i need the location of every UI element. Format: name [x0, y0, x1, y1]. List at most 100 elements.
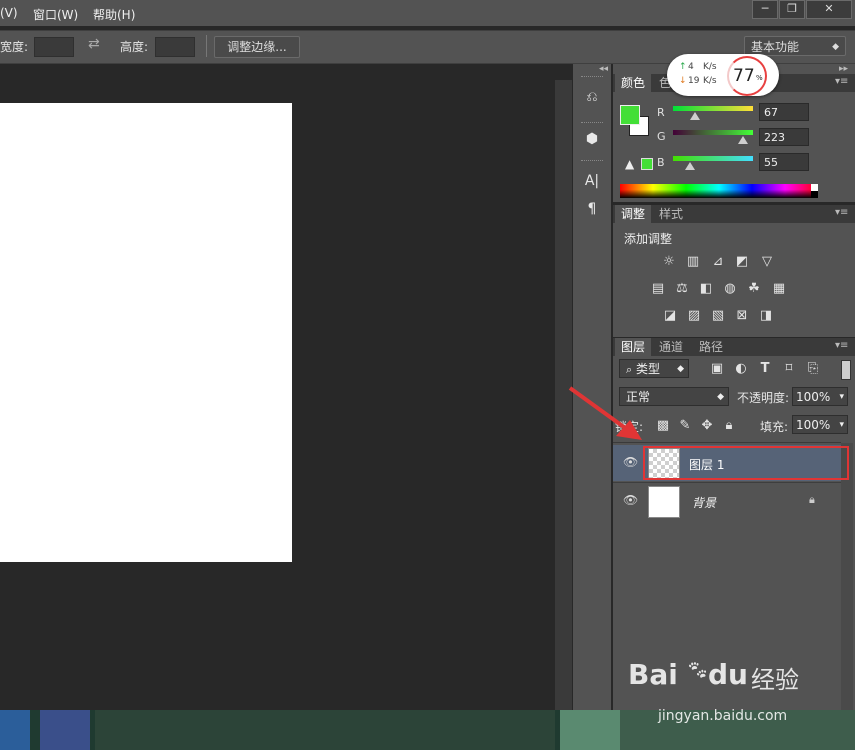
opacity-input[interactable]: 100% ▾ [792, 387, 848, 406]
upload-speed: 4 [688, 62, 694, 72]
height-input[interactable] [155, 37, 195, 57]
watermark-suffix: 经验 [751, 666, 799, 694]
blue-label: B [657, 156, 665, 169]
gamut-warning-icon[interactable]: ▲ [625, 157, 634, 171]
gradient-map-icon[interactable]: ⊠ [734, 308, 750, 324]
grip-handle[interactable] [581, 76, 603, 80]
menu-window[interactable]: 窗口(W) [33, 6, 78, 23]
dropdown-arrow-icon: ▾ [839, 420, 844, 430]
panel-menu-icon[interactable]: ▾≡ [835, 207, 848, 218]
menu-help[interactable]: 帮助(H) [93, 6, 135, 23]
red-thumb[interactable] [690, 112, 700, 120]
black-white-icon[interactable]: ◧ [698, 281, 714, 297]
green-slider[interactable] [673, 130, 753, 135]
paw-icon: 🐾︎ [686, 660, 709, 681]
layer-lock-icon: 🔒︎ [809, 493, 815, 506]
brightness-icon[interactable]: ☼ [661, 254, 677, 270]
color-lookup-icon[interactable]: ▦ [771, 281, 787, 297]
tab-styles[interactable]: 样式 [653, 205, 689, 223]
shape-filter-icon[interactable]: ⌑ [781, 361, 797, 377]
minimize-button[interactable]: ─ [752, 0, 778, 19]
green-thumb[interactable] [738, 136, 748, 144]
collapse-arrows-icon[interactable]: ◂◂ [599, 64, 608, 74]
layer-name[interactable]: 背景 [692, 494, 716, 511]
download-speed: 19 [688, 76, 700, 86]
tab-channels[interactable]: 通道 [653, 338, 689, 356]
opacity-value: 100% [796, 390, 831, 404]
close-button[interactable]: ✕ [806, 0, 852, 19]
lock-image-icon[interactable]: ✎ [677, 418, 693, 434]
spectrum-white-swatch[interactable] [811, 184, 818, 191]
tab-adjustments[interactable]: 调整 [615, 205, 652, 223]
lock-position-icon[interactable]: ✥ [699, 418, 715, 434]
usage-ring[interactable]: 77 % [727, 56, 767, 96]
tab-color[interactable]: 颜色 [615, 74, 652, 92]
paragraph-icon[interactable]: ¶ [579, 198, 605, 220]
curves-icon[interactable]: ⊿ [710, 254, 726, 270]
panel-menu-icon[interactable]: ▾≡ [835, 76, 848, 87]
smart-object-filter-icon[interactable]: ⎘ [805, 361, 821, 377]
layer-row-background[interactable]: 👁︎ 背景 🔒︎ [613, 482, 841, 519]
panel-menu-icon[interactable]: ▾≡ [835, 340, 848, 351]
baidu-watermark: Bai 🐾︎ du 经验 jingyan.baidu.com [608, 650, 848, 740]
type-filter-icon[interactable]: T [757, 361, 773, 377]
history-icon[interactable]: ⎌ [579, 86, 605, 108]
blue-input[interactable]: 55 [759, 153, 809, 171]
hue-saturation-icon[interactable]: ▤ [650, 281, 666, 297]
tab-paths[interactable]: 路径 [693, 338, 729, 356]
visibility-eye-icon[interactable]: 👁︎ [623, 493, 638, 507]
red-slider[interactable] [673, 106, 753, 111]
refine-edge-button[interactable]: 调整边缘... [214, 36, 300, 58]
spectrum-black-swatch[interactable] [811, 191, 818, 198]
width-input[interactable] [34, 37, 74, 57]
document-canvas[interactable] [0, 103, 292, 562]
tab-layers[interactable]: 图层 [615, 338, 652, 356]
red-label: R [657, 106, 665, 119]
gamut-swatch[interactable] [641, 158, 653, 170]
lock-all-icon[interactable]: 🔒︎ [721, 418, 737, 434]
layers-tabbar: 图层 通道 路径 ▾≡ [613, 338, 855, 356]
photo-filter-icon[interactable]: ◍ [722, 281, 738, 297]
channel-mixer-icon[interactable]: ☘ [746, 281, 762, 297]
filter-toggle[interactable] [841, 360, 851, 380]
width-label: 宽度: [0, 40, 29, 54]
add-adjustment-title: 添加调整 [624, 232, 673, 246]
adjustments-panel: 调整 样式 ▾≡ 添加调整 ☼ ▥ ⊿ ◩ ▽ ▤ ⚖ ◧ ◍ ☘ ▦ ◪ ▨ … [613, 205, 855, 337]
taskbar-block [95, 710, 555, 750]
workspace-dropdown[interactable]: 基本功能 ◆ [744, 36, 846, 56]
grip-handle[interactable] [581, 160, 603, 164]
blue-slider[interactable] [673, 156, 753, 161]
panel-collapse-icon[interactable]: ▸▸ [839, 64, 848, 74]
blue-thumb[interactable] [685, 162, 695, 170]
color-spectrum[interactable] [620, 184, 818, 198]
invert-icon[interactable]: ◪ [662, 308, 678, 324]
taskbar-block [0, 710, 30, 750]
3d-icon[interactable]: ⬢ [579, 128, 605, 150]
usage-percent: 77 [733, 66, 755, 86]
exposure-icon[interactable]: ◩ [734, 254, 750, 270]
levels-icon[interactable]: ▥ [685, 254, 701, 270]
menu-view[interactable]: (V) [0, 6, 18, 20]
fill-input[interactable]: 100% ▾ [792, 415, 848, 434]
posterize-icon[interactable]: ▨ [686, 308, 702, 324]
character-icon[interactable]: A| [579, 170, 605, 192]
selective-color-icon[interactable]: ◨ [758, 308, 774, 324]
vibrance-icon[interactable]: ▽ [759, 254, 775, 270]
upload-arrow-icon: ↑ [679, 62, 687, 72]
threshold-icon[interactable]: ▧ [710, 308, 726, 324]
layer-filter-dropdown[interactable]: ⌕ 类型 ◆ [619, 359, 689, 378]
dropdown-arrow-icon: ◆ [832, 42, 839, 52]
red-input[interactable]: 67 [759, 103, 809, 121]
visibility-eye-icon[interactable]: 👁︎ [623, 455, 638, 469]
grip-handle[interactable] [581, 122, 603, 126]
color-balance-icon[interactable]: ⚖ [674, 281, 690, 297]
adjustment-filter-icon[interactable]: ◐ [733, 361, 749, 377]
pixel-filter-icon[interactable]: ▣ [709, 361, 725, 377]
net-speed-widget: ↑ 4 K/s ↓ 19 K/s 77 % [667, 54, 779, 96]
restore-button[interactable]: ❐ [779, 0, 805, 19]
green-input[interactable]: 223 [759, 128, 809, 146]
foreground-swatch[interactable] [620, 105, 640, 125]
swap-icon[interactable]: ⇄ [88, 36, 100, 52]
download-unit: K/s [703, 76, 717, 86]
workspace-label: 基本功能 [751, 40, 800, 54]
